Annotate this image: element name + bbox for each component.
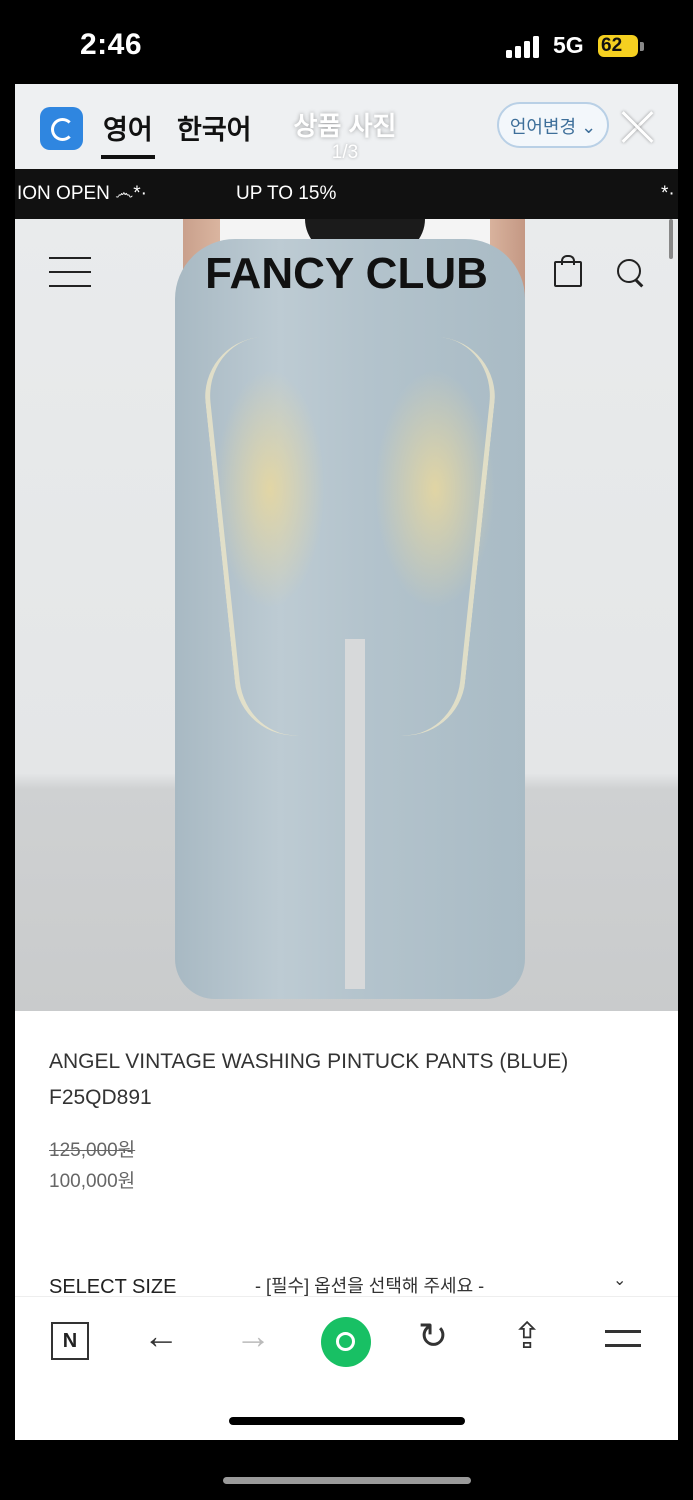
marquee-item: *· (661, 183, 675, 204)
marquee-item: UP TO 15% (236, 183, 337, 204)
product-code: F25QD891 (49, 1086, 152, 1109)
size-select[interactable]: - [필수] 옵션을 선택해 주세요 - (255, 1272, 484, 1298)
change-language-label: 언어변경 (509, 117, 577, 137)
share-icon[interactable]: ⇪ (512, 1315, 542, 1357)
chevron-down-icon: ⌄ (581, 117, 597, 137)
promo-marquee: ION OPEN ෴*· UP TO 15% *· (15, 169, 678, 219)
browser-toolbar: N ← → ↻ ⇪ (15, 1296, 678, 1440)
close-icon[interactable] (621, 110, 655, 144)
photo-leg-gap (345, 639, 365, 989)
scrollbar[interactable] (669, 219, 673, 259)
sale-price: 100,000원 (49, 1171, 136, 1192)
shopping-bag-icon[interactable] (554, 255, 582, 287)
translation-title: 상품 사진 (293, 111, 397, 141)
menu-icon[interactable] (605, 1330, 641, 1348)
tab-source-language[interactable]: 영어 (101, 108, 155, 159)
battery-icon: 62 (598, 35, 638, 57)
status-bar: 2:46 5G 62 (0, 0, 693, 84)
status-time: 2:46 (80, 28, 143, 61)
product-image[interactable]: FANCY CLUB (15, 219, 678, 1011)
battery-level: 62 (601, 35, 623, 56)
marquee-item: ION OPEN ෴*· (17, 183, 147, 204)
product-name: ANGEL VINTAGE WASHING PINTUCK PANTS (BLU… (49, 1050, 569, 1073)
network-type: 5G (553, 32, 584, 58)
page-indicator: 1/3 (331, 142, 359, 163)
home-indicator[interactable] (229, 1417, 465, 1425)
chevron-down-icon[interactable]: ⌄ (613, 1270, 626, 1290)
forward-arrow-icon[interactable]: → (235, 1315, 271, 1357)
original-price: 125,000원 (49, 1140, 136, 1161)
green-dot-button[interactable] (321, 1317, 371, 1367)
battery-cap (640, 42, 644, 51)
signal-icon (506, 36, 546, 58)
search-icon[interactable] (617, 259, 641, 283)
tab-target-language[interactable]: 한국어 (177, 108, 252, 147)
translator-logo-icon[interactable] (40, 107, 83, 150)
change-language-button[interactable]: 언어변경 ⌄ (497, 102, 609, 148)
refresh-icon[interactable]: ↻ (418, 1315, 448, 1357)
naver-home-icon[interactable]: N (51, 1322, 89, 1360)
browser-screen: 영어 한국어 상품 사진 1/3 언어변경 ⌄ ION OPEN ෴*· UP … (15, 84, 678, 1440)
back-arrow-icon[interactable]: ← (143, 1315, 179, 1357)
translation-header: 영어 한국어 상품 사진 1/3 언어변경 ⌄ (15, 84, 678, 169)
outer-home-indicator[interactable] (223, 1477, 471, 1484)
